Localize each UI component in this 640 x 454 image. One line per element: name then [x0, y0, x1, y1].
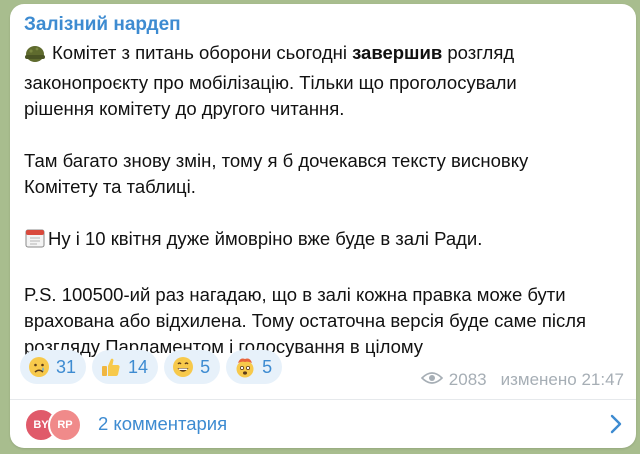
- paragraph-3: Ну і 10 квітня дуже ймовріно вже буде в …: [24, 226, 624, 256]
- p4-line2: врахована або відхилена. Тому остаточна …: [24, 310, 587, 331]
- reaction-thumbs-up[interactable]: 14: [92, 350, 159, 384]
- p3-line1: Ну і 10 квітня дуже ймовріно вже буде в …: [48, 228, 483, 249]
- message-text: Комітет з питань оборони сьогодні заверш…: [24, 40, 624, 360]
- message-bubble[interactable]: Залізний нардеп Комітет з питань оборони…: [10, 4, 636, 448]
- p1-line3: рішення комітету до другого читання.: [24, 98, 345, 119]
- grinning-face-emoji: [172, 356, 194, 378]
- paragraph-1: Комітет з питань оборони сьогодні заверш…: [24, 40, 624, 122]
- reaction-count: 5: [262, 356, 273, 377]
- commenter-avatars: BY RP: [24, 408, 94, 442]
- comments-button[interactable]: BY RP 2 комментария: [10, 400, 636, 448]
- thumbs-up-emoji: [100, 356, 122, 378]
- p2-line1: Там багато знову змін, тому я б дочекавс…: [24, 150, 529, 171]
- eye-icon: [420, 370, 443, 390]
- crying-face-emoji: [28, 356, 50, 378]
- reaction-crying[interactable]: 31: [20, 350, 87, 384]
- reaction-count: 5: [200, 356, 211, 377]
- p2-line2: Комітету та таблиці.: [24, 176, 196, 197]
- p1-bold: завершив: [352, 42, 443, 63]
- paragraph-4: P.S. 100500-ий раз нагадаю, що в залі ко…: [24, 282, 624, 360]
- calendar-emoji: [24, 227, 46, 256]
- p1-line2: законопроєкту про мобілізацію. Тільки що…: [24, 72, 517, 93]
- chevron-right-icon: [610, 414, 622, 439]
- military-helmet-emoji: [24, 43, 46, 70]
- edited-time: изменено 21:47: [500, 370, 624, 389]
- p1-line1-after: розгляд: [442, 42, 515, 63]
- avatar: RP: [48, 408, 82, 442]
- exploding-head-emoji: [234, 356, 256, 378]
- p4-line1: P.S. 100500-ий раз нагадаю, що в залі ко…: [24, 284, 566, 305]
- reactions-bar: 31 14 5 5: [20, 350, 283, 384]
- reaction-count: 14: [128, 356, 149, 377]
- reaction-count: 31: [56, 356, 77, 377]
- reaction-exploding-head[interactable]: 5: [226, 350, 283, 384]
- p1-line1-before: Комітет з питань оборони сьогодні: [52, 42, 353, 63]
- comments-label: 2 комментария: [98, 413, 228, 434]
- views-count: 2083: [448, 370, 487, 389]
- reaction-grinning[interactable]: 5: [164, 350, 221, 384]
- channel-name[interactable]: Залізний нардеп: [24, 14, 181, 36]
- message-meta: 2083 изменено 21:47: [420, 370, 624, 390]
- paragraph-2: Там багато знову змін, тому я б дочекавс…: [24, 148, 624, 200]
